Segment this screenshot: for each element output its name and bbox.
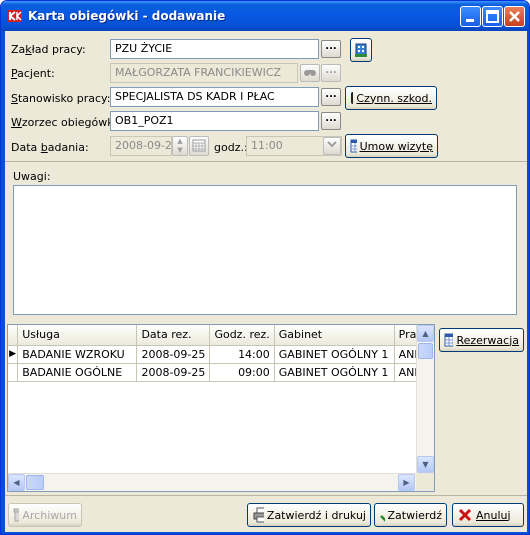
minimize-icon [466,19,474,22]
cell-gabinet[interactable]: GABINET OGÓLNY 1 [274,363,395,382]
stanowisko-label: Stanowisko pracy: [11,92,111,105]
horizontal-scrollbar[interactable]: ◀ ▶ [8,473,416,491]
zatwierdz-i-drukuj-label: Zatwierdź i drukuj [266,508,366,522]
czynniki-szkodliwe-label: Czynn. szkod. [356,91,432,105]
cell-gabinet[interactable]: GABINET OGÓLNY 1 [274,345,395,364]
cell-godz[interactable]: 14:00 [209,345,275,364]
anuluj-label: Anuluj [476,508,511,522]
stanowisko-field[interactable]: SPECJALISTA DS KADR I PŁAC [110,87,319,107]
cell-godz[interactable]: 09:00 [209,363,275,382]
godz-label: godz.: [214,141,248,154]
cell-data[interactable]: 2008-09-25 [136,363,211,382]
zaklad-field[interactable]: PZU ŻYCIE [110,39,319,59]
maximize-icon [486,10,499,23]
scroll-up-button[interactable]: ▲ [417,325,434,342]
calendar-grid-icon [350,139,357,153]
grid-indicator-header [8,325,19,346]
services-grid[interactable]: Usługa Data rez. Godz. rez. Gabinet Prac… [7,324,435,492]
app-logo-icon [8,10,22,22]
checkmark-icon [380,515,385,522]
stanowisko-browse-button[interactable]: ... [321,88,341,106]
pacjent-search-button [300,64,320,82]
calendar-icon [192,139,206,152]
archiwum-label: Archiwum [22,508,77,522]
pacjent-field: MAŁGORZATA FRANCIKIEWICZ [110,63,298,83]
scroll-corner [416,473,434,491]
zatwierdz-button[interactable]: Zatwierdź [374,503,447,527]
zaklad-browse-button[interactable]: ... [321,40,341,58]
zaklad-label: Zakład pracy: [11,43,86,56]
col-header-usluga[interactable]: Usługa [17,325,138,346]
close-icon [509,11,520,22]
rezerwacja-label: Rezerwacja [456,333,519,347]
calendar-button [189,136,209,156]
pacjent-label: Pacjent: [11,67,55,80]
title-bar[interactable]: Karta obiegówki - dodawanie [1,1,529,31]
archive-icon [13,508,20,522]
cancel-x-icon [458,508,472,522]
minimize-button[interactable] [460,6,481,27]
calendar-grid-icon [444,333,454,347]
building-icon [355,43,367,57]
row-indicator-icon [8,363,19,382]
col-header-godz[interactable]: Godz. rez. [209,325,275,346]
hazard-icon [351,92,354,104]
umow-wizyte-button[interactable]: Umow wizytę [345,134,438,158]
dialog-window: Karta obiegówki - dodawanie Zakład pracy… [0,0,530,535]
date-spin-button: ▲ ▼ [172,136,188,156]
printer-icon [253,507,264,523]
col-header-gabinet[interactable]: Gabinet [274,325,395,346]
zaklad-details-button[interactable] [350,38,372,62]
table-row[interactable]: BADANIE OGÓLNE 2008-09-25 09:00 GABINET … [8,363,434,382]
wzorzec-label: Wzorzec obiegówki: [11,116,121,129]
vertical-scrollbar[interactable]: ▲ ▼ [416,325,434,473]
zatwierdz-label: Zatwierdź [387,508,443,522]
cell-usluga[interactable]: BADANIE WZROKU [17,345,138,364]
services-table: Usługa Data rez. Godz. rez. Gabinet Prac… [8,325,434,382]
scroll-down-button[interactable]: ▼ [417,456,434,473]
footer-separator [5,495,527,496]
table-row[interactable]: ▶ BADANIE WZROKU 2008-09-25 14:00 GABINE… [8,345,434,364]
scroll-right-button[interactable]: ▶ [398,474,415,491]
wzorzec-browse-button[interactable]: ... [321,112,341,130]
pacjent-browse-button: ... [321,64,341,82]
archiwum-button: Archiwum [8,503,82,527]
cell-data[interactable]: 2008-09-25 [136,345,211,364]
scroll-left-button[interactable]: ◀ [8,474,25,491]
wzorzec-field[interactable]: OB1_POZ1 [110,111,319,131]
grid-header-row: Usługa Data rez. Godz. rez. Gabinet Prac [8,325,434,346]
window-title: Karta obiegówki - dodawanie [28,9,226,23]
chevron-down-icon [327,141,337,148]
umow-wizyte-label: Umow wizytę [359,139,433,153]
binoculars-icon [304,70,316,76]
horizontal-scroll-thumb[interactable] [26,475,44,490]
rezerwacja-button[interactable]: Rezerwacja [439,328,524,352]
data-badania-label: Data badania: [11,141,89,154]
row-indicator-icon: ▶ [8,345,19,364]
close-button[interactable] [504,6,525,27]
maximize-button[interactable] [482,6,503,27]
uwagi-label: Uwagi: [13,170,51,183]
uwagi-textarea[interactable] [13,185,517,315]
zatwierdz-i-drukuj-button[interactable]: Zatwierdź i drukuj [247,503,371,527]
col-header-data[interactable]: Data rez. [136,325,211,346]
data-badania-field: 2008-09-25 [110,136,172,156]
czynniki-szkodliwe-button[interactable]: Czynn. szkod. [345,86,437,110]
vertical-scroll-thumb[interactable] [418,343,433,359]
cell-usluga[interactable]: BADANIE OGÓLNE [17,363,138,382]
godz-dropdown-button [323,137,341,155]
anuluj-button[interactable]: Anuluj [452,503,524,527]
